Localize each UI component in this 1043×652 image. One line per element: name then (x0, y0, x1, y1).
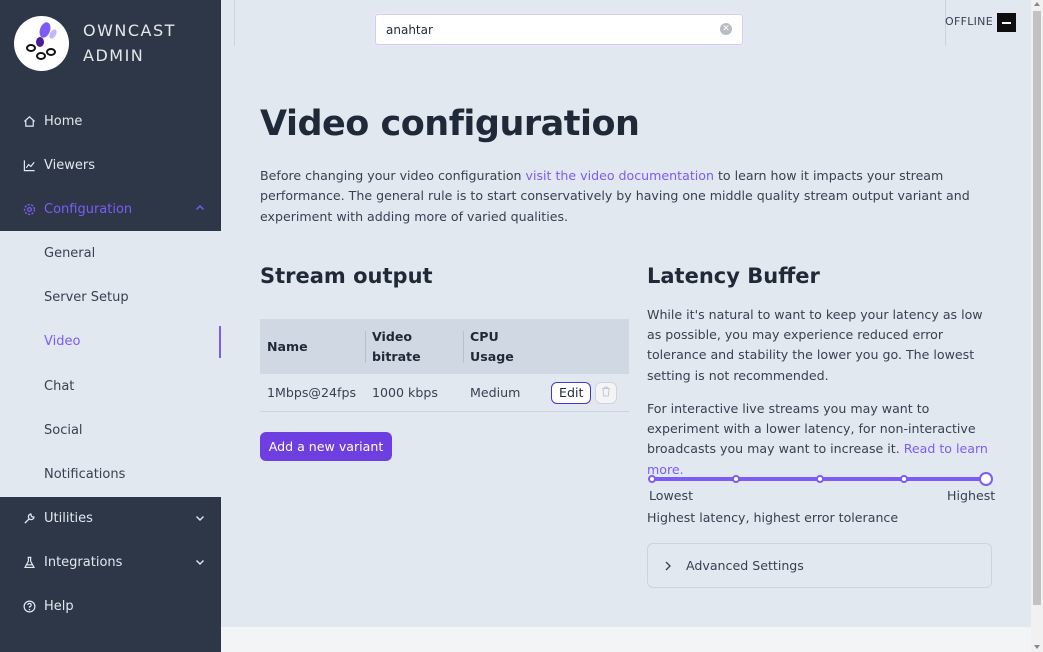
sidebar-item-label: Notifications (44, 467, 126, 483)
advanced-settings-label: Advanced Settings (686, 558, 804, 573)
slider-max-label: Highest (947, 488, 996, 503)
brand-line-2: ADMIN (83, 46, 145, 65)
sidebar-item-configuration[interactable]: Configuration (0, 187, 221, 231)
sidebar-item-viewers[interactable]: Viewers (0, 143, 221, 187)
chart-line-icon (22, 158, 36, 172)
sidebar-item-label: Configuration (44, 201, 133, 217)
sidebar-item-utilities[interactable]: Utilities (0, 497, 221, 541)
table-row: 1Mbps@24fps 1000 kbps Medium Edit (260, 374, 629, 412)
scroll-up-arrow[interactable] (1034, 2, 1040, 6)
sidebar-item-label: Utilities (44, 511, 93, 527)
scrollbar-thumb[interactable] (1033, 11, 1041, 605)
slider-step-dot[interactable] (816, 475, 824, 483)
video-docs-link[interactable]: visit the video documentation (526, 168, 714, 183)
edit-variant-button[interactable]: Edit (551, 381, 592, 404)
wrench-icon (22, 512, 36, 526)
latency-slider[interactable] (648, 472, 993, 486)
sidebar-item-video[interactable]: Video (0, 320, 221, 364)
brand-line-1: OWNCAST (83, 21, 176, 40)
gear-icon (22, 202, 36, 216)
sidebar-item-label: Integrations (44, 555, 123, 571)
stream-output-heading: Stream output (260, 264, 433, 288)
sidebar-item-help[interactable]: Help (0, 585, 221, 629)
cell-cpu: Medium (470, 385, 521, 400)
sidebar-item-label: Viewers (44, 157, 95, 173)
search-input[interactable] (386, 22, 706, 37)
configuration-submenu: General Server Setup Video Chat Social N… (0, 231, 221, 497)
latency-buffer-heading: Latency Buffer (647, 264, 820, 288)
sidebar-item-integrations[interactable]: Integrations (0, 541, 221, 585)
cell-name: 1Mbps@24fps (267, 385, 357, 400)
sidebar-item-label: Server Setup (44, 289, 129, 305)
sidebar-item-label: Chat (44, 378, 75, 394)
latency-hint: For interactive live streams you may wan… (647, 399, 992, 480)
column-header-bitrate: Video bitrate (365, 327, 463, 367)
intro-text: Before changing your video configuration… (260, 166, 995, 227)
intro-text-start: Before changing your video configuration (260, 168, 526, 183)
trash-icon (601, 385, 611, 400)
sidebar-item-social[interactable]: Social (0, 408, 221, 452)
latency-description: While it's natural to want to keep your … (647, 307, 983, 383)
footer (221, 627, 1031, 652)
stream-output-table: Name Video bitrate CPU Usage 1Mbps@24fps 1… (260, 319, 629, 412)
delete-variant-button[interactable] (595, 381, 618, 404)
latency-status-text: Highest latency, highest error tolerance (647, 510, 899, 525)
slider-step-dot[interactable] (732, 475, 740, 483)
offline-status-icon[interactable] (997, 13, 1016, 32)
sidebar-item-label: General (44, 245, 96, 261)
column-header-name: Name (267, 338, 308, 354)
question-circle-icon (22, 600, 36, 614)
slider-step-dot[interactable] (900, 475, 908, 483)
sidebar-item-label: Home (44, 113, 83, 129)
chevron-right-icon (664, 561, 672, 571)
slider-step-dot[interactable] (648, 475, 656, 483)
add-variant-button[interactable]: Add a new variant (260, 432, 392, 461)
chevron-up-icon (195, 202, 205, 217)
brand[interactable]: OWNCAST ADMIN (0, 0, 221, 86)
page-scrollbar[interactable] (1031, 0, 1043, 652)
advanced-settings-toggle[interactable]: Advanced Settings (647, 543, 992, 588)
column-header-cpu: CPU Usage (463, 327, 543, 367)
scroll-down-arrow[interactable] (1034, 645, 1040, 649)
sidebar-item-home[interactable]: Home (0, 99, 221, 143)
home-icon (22, 114, 36, 128)
sidebar-item-server-setup[interactable]: Server Setup (0, 275, 221, 319)
sidebar-item-label: Video (44, 334, 81, 350)
stream-status-label: OFFLINE (945, 15, 993, 28)
sidebar-item-label: Help (44, 599, 74, 615)
search-box[interactable]: ✕ (375, 14, 743, 45)
sidebar-item-chat[interactable]: Chat (0, 364, 221, 408)
slider-handle[interactable] (979, 472, 993, 486)
header-divider (234, 0, 235, 46)
owncast-logo (14, 15, 69, 71)
sidebar-item-general[interactable]: General (0, 231, 221, 275)
slider-min-label: Lowest (649, 488, 694, 503)
clear-icon[interactable]: ✕ (720, 23, 732, 35)
chevron-down-icon (195, 512, 205, 527)
sidebar-item-label: Social (44, 422, 83, 438)
sidebar: OWNCAST ADMIN Home Viewers Configuration (0, 0, 221, 652)
table-header: Name Video bitrate CPU Usage (260, 319, 629, 374)
sidebar-item-notifications[interactable]: Notifications (0, 452, 221, 496)
chevron-down-icon (195, 556, 205, 571)
cell-bitrate: 1000 kbps (372, 385, 438, 400)
sidebar-nav: Home Viewers Configuration General Serve… (0, 99, 221, 629)
brand-title: OWNCAST ADMIN (83, 18, 176, 68)
flask-icon (22, 556, 36, 570)
page-title: Video configuration (260, 104, 640, 144)
